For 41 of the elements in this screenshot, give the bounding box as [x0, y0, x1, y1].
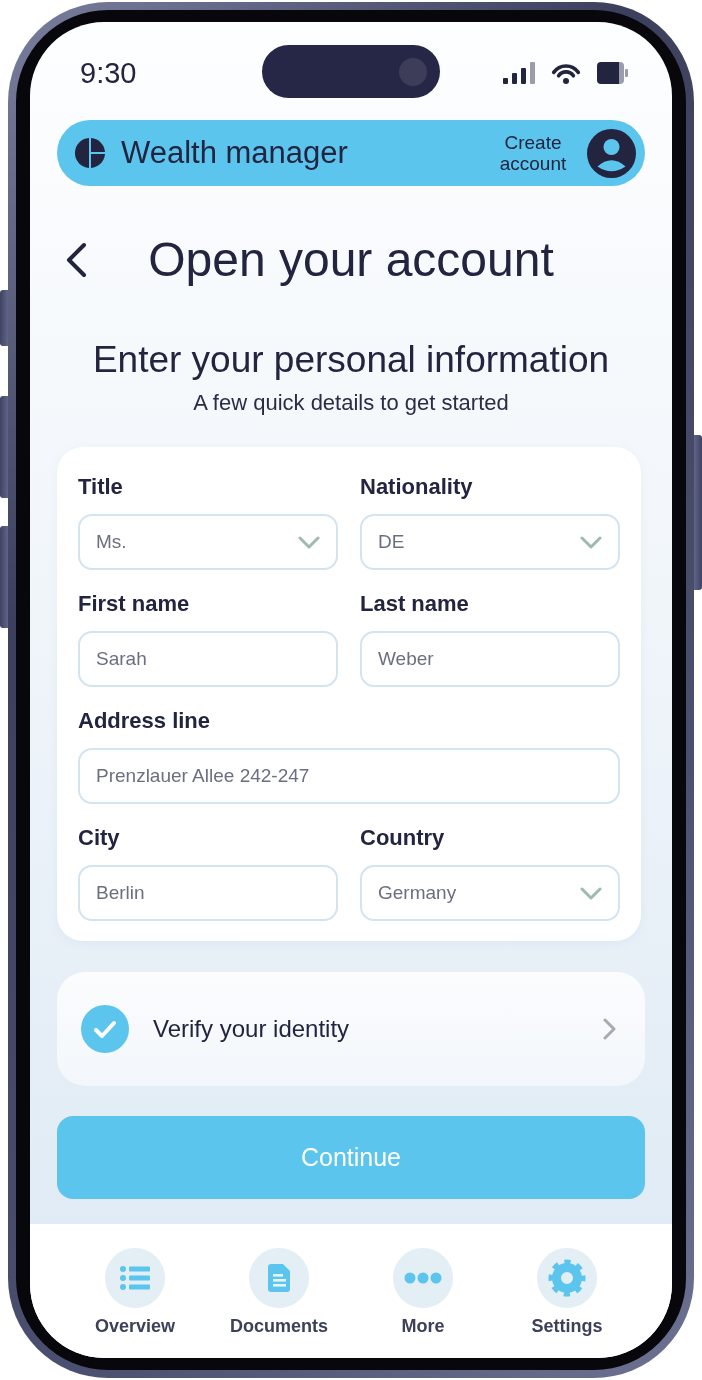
section-subheading: A few quick details to get started	[192, 389, 510, 417]
section-heading: Enter your personal information	[91, 338, 611, 382]
field-label: First name	[78, 590, 191, 618]
user-avatar-icon[interactable]	[587, 128, 636, 178]
more-dots-icon	[393, 1248, 453, 1308]
wifi-icon	[551, 61, 581, 84]
phone-side-key	[0, 290, 8, 346]
page-title: Open your account	[147, 232, 555, 288]
select-field[interactable]: Germany	[360, 865, 620, 921]
field-label: Country	[360, 824, 446, 852]
input-field[interactable]: Berlin	[78, 865, 338, 921]
chevron-down-icon	[580, 535, 602, 549]
chevron-right-icon	[603, 1018, 616, 1040]
chevron-down-icon	[298, 535, 320, 549]
create-account-link[interactable]: Create account	[493, 132, 573, 174]
status-time: 9:30	[80, 57, 137, 89]
list-icon	[105, 1248, 165, 1308]
battery-icon	[597, 61, 628, 84]
back-icon[interactable]	[65, 242, 87, 278]
input-field[interactable]: Sarah	[78, 631, 338, 687]
signal-icon	[503, 61, 535, 84]
field-label: Address line	[78, 707, 212, 735]
field-label: Nationality	[360, 473, 474, 501]
field-label: Last name	[360, 590, 470, 618]
chevron-down-icon	[580, 886, 602, 900]
app-title: Wealth manager	[121, 135, 348, 171]
field-label: City	[78, 824, 121, 852]
field-label: Title	[78, 473, 124, 501]
select-field[interactable]: Ms.	[78, 514, 338, 570]
nav-item[interactable]: Settings	[531, 1248, 603, 1338]
input-field[interactable]: Prenzlauer Allee 242-247	[78, 748, 620, 804]
input-field[interactable]: Weber	[360, 631, 620, 687]
nav-item[interactable]: Overview	[94, 1248, 176, 1338]
document-icon	[249, 1248, 309, 1308]
nav-item[interactable]: More	[393, 1248, 453, 1338]
settings-icon	[537, 1248, 597, 1308]
camera-lens-icon	[399, 57, 427, 86]
select-field[interactable]: DE	[360, 514, 620, 570]
pie-chart-icon	[75, 138, 105, 168]
nav-item[interactable]: Documents	[230, 1248, 328, 1338]
verify-identity-item[interactable]: Verify your identity	[57, 972, 645, 1086]
